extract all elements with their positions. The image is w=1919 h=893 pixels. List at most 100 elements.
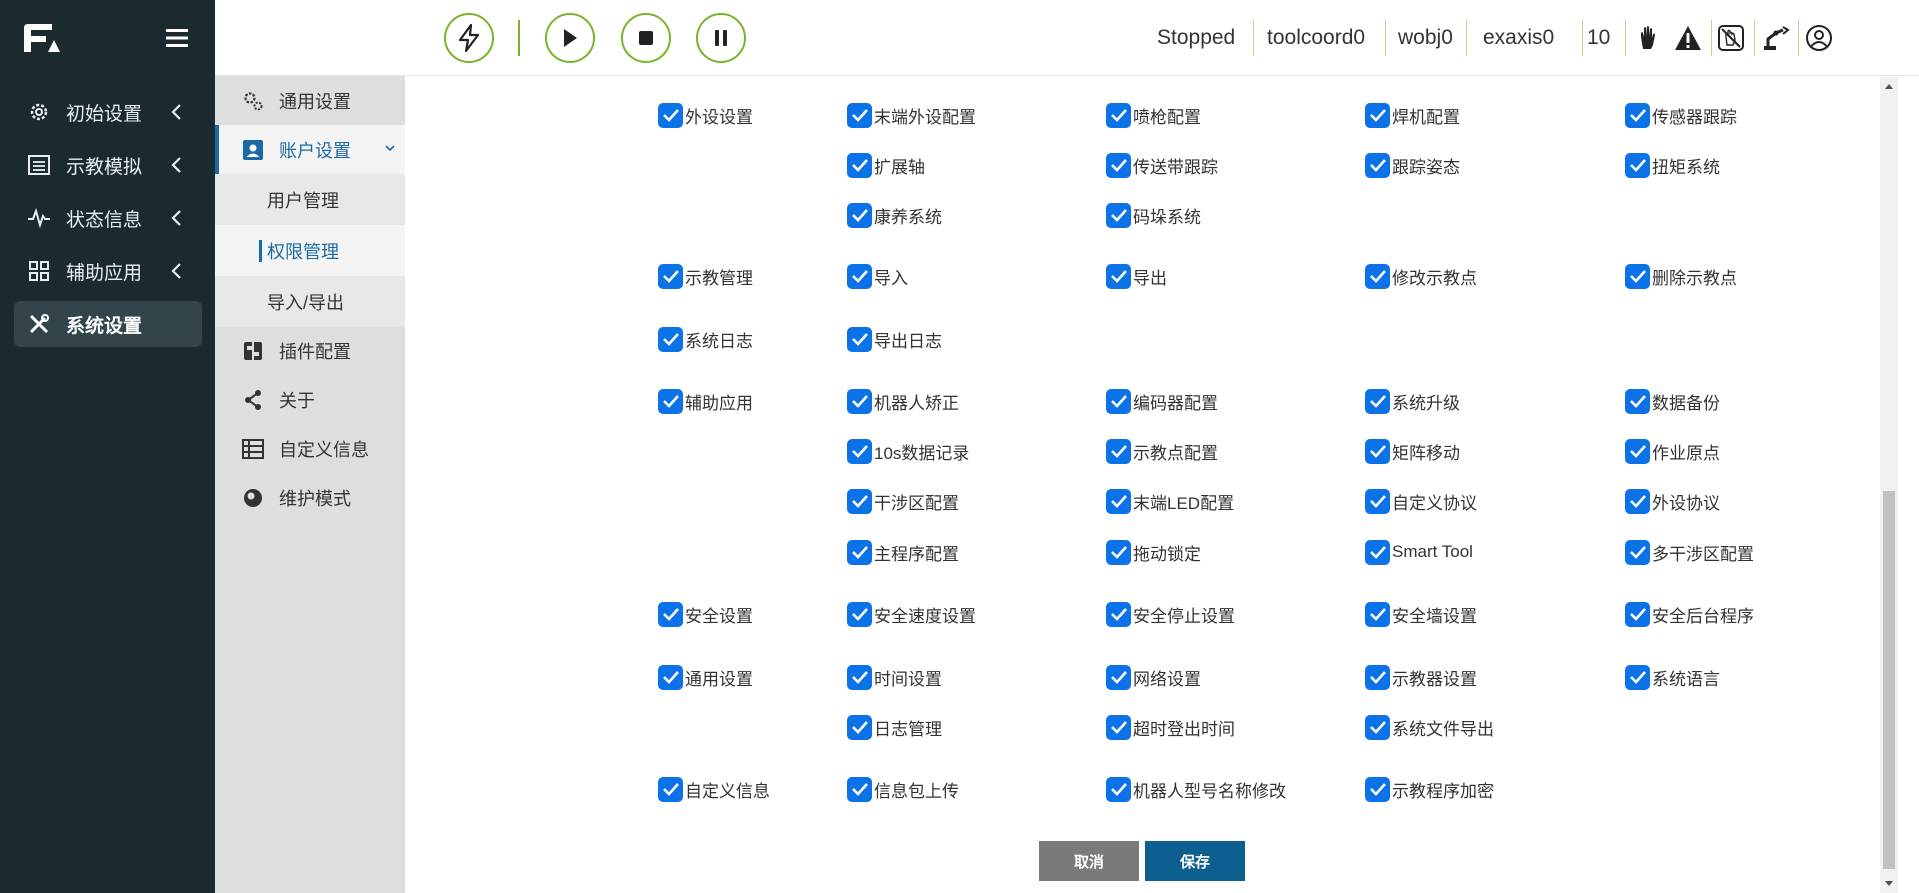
permission-checkbox[interactable]: 焊机配置 [1365, 101, 1460, 129]
save-button[interactable]: 保存 [1145, 841, 1245, 881]
user-account-icon[interactable] [1803, 22, 1835, 54]
permission-checkbox[interactable]: 末端LED配置 [1106, 487, 1234, 515]
checkbox-checked-icon [1625, 438, 1650, 464]
subnav-user-management[interactable]: 用户管理 [215, 174, 405, 225]
warning-icon[interactable] [1672, 22, 1704, 54]
stop-button[interactable] [621, 13, 671, 63]
permission-checkbox[interactable]: 自定义信息 [658, 775, 770, 803]
scrollbar-thumb[interactable] [1883, 491, 1895, 869]
gear-icon [26, 99, 52, 125]
permission-label: 喷枪配置 [1133, 107, 1201, 127]
permission-checkbox[interactable]: 多干涉区配置 [1625, 538, 1754, 566]
permission-checkbox[interactable]: 自定义协议 [1365, 487, 1477, 515]
permission-checkbox[interactable]: 机器人矫正 [847, 387, 959, 415]
permission-checkbox[interactable]: 码垛系统 [1106, 201, 1201, 229]
speed-indicator[interactable]: 10 [1587, 24, 1610, 52]
permission-checkbox[interactable]: 导出日志 [847, 325, 942, 353]
toolcoord-indicator[interactable]: toolcoord0 [1267, 24, 1365, 52]
permission-checkbox[interactable]: 主程序配置 [847, 538, 959, 566]
permission-checkbox[interactable]: 矩阵移动 [1365, 437, 1460, 465]
permission-checkbox[interactable]: 示教器设置 [1365, 663, 1477, 691]
permission-label: 示教点配置 [1133, 443, 1218, 463]
permission-checkbox[interactable]: 跟踪姿态 [1365, 151, 1460, 179]
permission-checkbox[interactable]: 拖动锁定 [1106, 538, 1201, 566]
checkbox-checked-icon [1365, 102, 1390, 128]
permission-checkbox[interactable]: 修改示教点 [1365, 262, 1477, 290]
subnav-general-settings[interactable]: 通用设置 [215, 76, 405, 125]
permission-checkbox[interactable]: 删除示教点 [1625, 262, 1737, 290]
permission-checkbox[interactable]: 通用设置 [658, 663, 753, 691]
permission-label: 矩阵移动 [1392, 443, 1460, 463]
checkbox-checked-icon [1106, 664, 1131, 690]
cancel-button[interactable]: 取消 [1039, 841, 1139, 881]
permission-checkbox[interactable]: 时间设置 [847, 663, 942, 691]
permission-checkbox[interactable]: 信息包上传 [847, 775, 959, 803]
permission-checkbox[interactable]: 传送带跟踪 [1106, 151, 1218, 179]
permission-checkbox[interactable]: 编码器配置 [1106, 387, 1218, 415]
vertical-scrollbar[interactable] [1880, 77, 1898, 893]
permission-checkbox[interactable]: 示教程序加密 [1365, 775, 1494, 803]
subnav-label: 自定义信息 [279, 439, 369, 460]
checkbox-checked-icon [1625, 539, 1650, 565]
nav-item-initial-settings[interactable]: 初始设置 [14, 89, 202, 135]
permission-checkbox[interactable]: 外设协议 [1625, 487, 1720, 515]
exaxis-indicator[interactable]: exaxis0 [1483, 24, 1554, 52]
permission-checkbox[interactable]: 超时登出时间 [1106, 713, 1235, 741]
permission-checkbox[interactable]: 外设设置 [658, 101, 753, 129]
permission-checkbox[interactable]: 数据备份 [1625, 387, 1720, 415]
wobj-indicator[interactable]: wobj0 [1398, 24, 1453, 52]
permission-checkbox[interactable]: 示教点配置 [1106, 437, 1218, 465]
enable-button[interactable] [444, 13, 494, 63]
permission-checkbox[interactable]: 安全设置 [658, 600, 753, 628]
drag-disabled-icon[interactable] [1715, 22, 1747, 54]
robot-arm-icon[interactable] [1760, 22, 1792, 54]
pause-button[interactable] [696, 13, 746, 63]
permission-checkbox[interactable]: 系统文件导出 [1365, 713, 1494, 741]
permission-checkbox[interactable]: 扩展轴 [847, 151, 925, 179]
chevron-left-icon [171, 104, 181, 120]
checkbox-checked-icon [658, 601, 683, 627]
permission-checkbox[interactable]: 安全后台程序 [1625, 600, 1754, 628]
permission-checkbox[interactable]: 机器人型号名称修改 [1106, 775, 1286, 803]
permission-checkbox[interactable]: 系统日志 [658, 325, 753, 353]
subnav-account-settings[interactable]: 账户设置 [215, 125, 405, 174]
permission-checkbox[interactable]: 作业原点 [1625, 437, 1720, 465]
hamburger-menu-icon[interactable] [164, 27, 190, 49]
subnav-plugin-config[interactable]: 插件配置 [215, 326, 405, 375]
play-button[interactable] [545, 13, 595, 63]
permission-checkbox[interactable]: 末端外设配置 [847, 101, 976, 129]
permission-checkbox[interactable]: 扭矩系统 [1625, 151, 1720, 179]
subnav-permission-management[interactable]: 权限管理 [215, 225, 405, 276]
permission-checkbox[interactable]: 传感器跟踪 [1625, 101, 1737, 129]
permission-checkbox[interactable]: 系统语言 [1625, 663, 1720, 691]
subnav-import-export[interactable]: 导入/导出 [215, 276, 405, 327]
nav-item-system-settings[interactable]: 系统设置 [14, 301, 202, 347]
checkbox-checked-icon [1106, 438, 1131, 464]
permission-checkbox[interactable]: 导入 [847, 262, 908, 290]
permission-checkbox[interactable]: 系统升级 [1365, 387, 1460, 415]
nav-item-teach-simulation[interactable]: 示教模拟 [14, 142, 202, 188]
subnav-maintenance-mode[interactable]: 维护模式 [215, 473, 405, 522]
permission-checkbox[interactable]: 辅助应用 [658, 387, 753, 415]
permission-checkbox[interactable]: 安全墙设置 [1365, 600, 1477, 628]
checkbox-checked-icon [847, 601, 872, 627]
permission-checkbox[interactable]: Smart Tool [1365, 538, 1473, 566]
checkbox-checked-icon [847, 202, 872, 228]
permission-checkbox[interactable]: 10s数据记录 [847, 437, 969, 465]
hand-mode-icon[interactable] [1632, 22, 1664, 54]
permission-checkbox[interactable]: 安全速度设置 [847, 600, 976, 628]
scroll-down-arrow-icon[interactable] [1880, 875, 1898, 893]
permission-checkbox[interactable]: 干涉区配置 [847, 487, 959, 515]
subnav-custom-info[interactable]: 自定义信息 [215, 424, 405, 473]
permission-checkbox[interactable]: 示教管理 [658, 262, 753, 290]
permission-checkbox[interactable]: 导出 [1106, 262, 1167, 290]
permission-checkbox[interactable]: 日志管理 [847, 713, 942, 741]
permission-checkbox[interactable]: 喷枪配置 [1106, 101, 1201, 129]
permission-checkbox[interactable]: 安全停止设置 [1106, 600, 1235, 628]
permission-checkbox[interactable]: 网络设置 [1106, 663, 1201, 691]
nav-item-aux-apps[interactable]: 辅助应用 [14, 248, 202, 294]
scroll-up-arrow-icon[interactable] [1880, 77, 1898, 95]
nav-item-status-info[interactable]: 状态信息 [14, 195, 202, 241]
subnav-about[interactable]: 关于 [215, 375, 405, 424]
permission-checkbox[interactable]: 康养系统 [847, 201, 942, 229]
